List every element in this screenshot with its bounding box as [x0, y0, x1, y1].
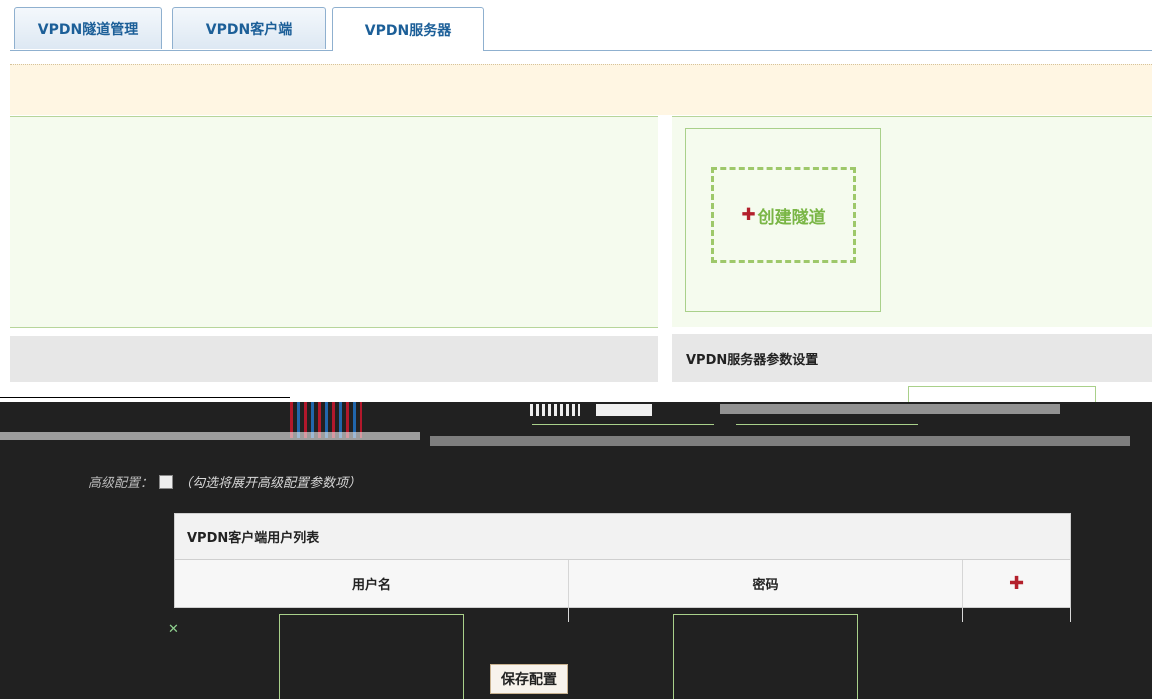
tab-vpdn-tunnel-management[interactable]: VPDN隧道管理: [14, 7, 162, 49]
plus-icon: ✚: [741, 205, 756, 225]
username-input[interactable]: [279, 614, 464, 699]
delete-icon[interactable]: ✕: [168, 622, 179, 637]
password-input[interactable]: [673, 614, 858, 699]
glitch: [720, 404, 1060, 414]
tab-bar: VPDN隧道管理 VPDN客户端 VPDN服务器: [0, 0, 1152, 51]
notice-bar: [10, 64, 1152, 115]
section-header-left: [10, 336, 658, 382]
server-params-header: VPDN服务器参数设置: [672, 334, 1152, 382]
user-list-title: VPDN客户端用户列表: [187, 531, 320, 546]
advanced-config-row: 高级配置： （勾选将展开高级配置参数项）: [88, 472, 361, 491]
glitch: [736, 424, 918, 425]
divider: [0, 397, 290, 398]
glitch: [596, 404, 652, 416]
add-user-button[interactable]: ✚: [963, 560, 1070, 607]
save-config-button[interactable]: 保存配置: [490, 664, 568, 694]
glitch: [430, 436, 1130, 446]
advanced-config-label: 高级配置：: [88, 476, 154, 491]
advanced-config-checkbox[interactable]: [159, 474, 174, 489]
advanced-config-hint: （勾选将展开高级配置参数项）: [179, 476, 362, 491]
create-tunnel-button[interactable]: ✚ 创建隧道: [711, 167, 856, 263]
column-divider: [568, 608, 569, 622]
user-list-header: VPDN客户端用户列表: [174, 513, 1071, 560]
column-divider: [1070, 608, 1071, 622]
server-params-title: VPDN服务器参数设置: [686, 352, 819, 368]
tab-vpdn-server[interactable]: VPDN服务器: [332, 7, 484, 51]
create-tunnel-label: 创建隧道: [757, 207, 826, 228]
tab-vpdn-client[interactable]: VPDN客户端: [172, 7, 326, 49]
column-username: 用户名: [175, 560, 569, 607]
glitch: [532, 424, 714, 425]
column-divider: [962, 608, 963, 622]
glitch: [0, 432, 420, 440]
column-password: 密码: [569, 560, 963, 607]
glitch: [530, 404, 580, 416]
user-list-columns: 用户名 密码 ✚: [174, 560, 1071, 608]
tunnel-list-panel: [10, 116, 658, 328]
